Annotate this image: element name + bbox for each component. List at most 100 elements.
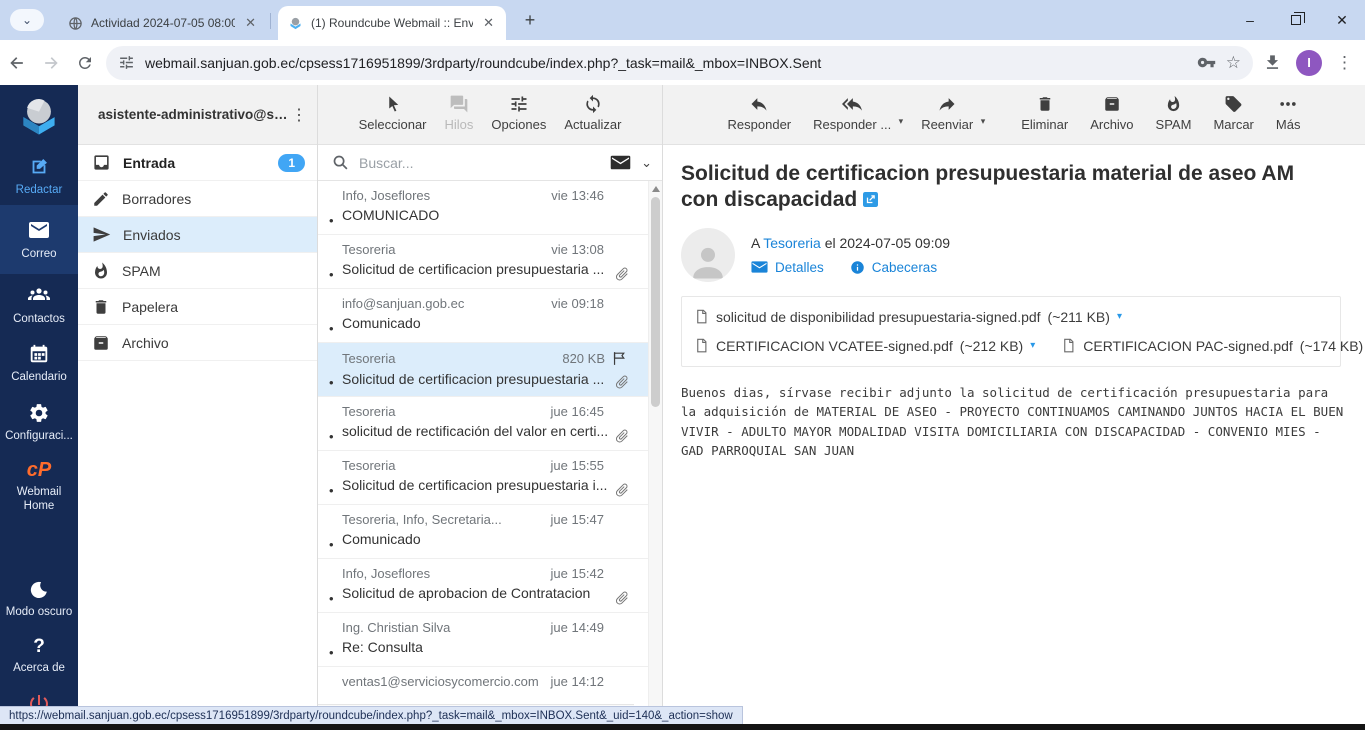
attachment-item[interactable]: CERTIFICACION VCATEE-signed.pdf (~212 KB… [694, 337, 1035, 354]
scroll-up-arrow[interactable] [652, 186, 660, 192]
nav-label: Correo [21, 247, 56, 261]
browser-tabstrip: ⌄ Actividad 2024-07-05 08:00:00 ✕ (1) Ro… [0, 0, 1365, 40]
message-row[interactable]: Tesoreriavie 13:08 • Solicitud de certif… [318, 235, 648, 289]
folder-label: Papelera [122, 299, 305, 315]
tab-divider [270, 13, 271, 29]
browser-menu-kebab-icon[interactable]: ⋮ [1336, 53, 1353, 73]
message-subject: Comunicado [342, 315, 624, 331]
restore-button[interactable] [1273, 0, 1319, 40]
minimize-button[interactable]: – [1227, 0, 1273, 40]
message-row[interactable]: Info, Josefloresvie 13:46 • COMUNICADO [318, 181, 648, 235]
message-header: A Tesoreria el 2024-07-05 09:09 Detalles [681, 228, 1345, 282]
reply-all-button[interactable]: Responder ... ▾ [811, 94, 893, 132]
message-subject: Solicitud de certificacion presupuestari… [342, 371, 624, 387]
select-button[interactable]: Seleccionar [357, 94, 429, 132]
search-input[interactable] [359, 155, 600, 171]
folder-item-archivo[interactable]: Archivo [78, 325, 317, 361]
folder-item-papelera[interactable]: Papelera [78, 289, 317, 325]
folder-item-spam[interactable]: SPAM [78, 253, 317, 289]
reply-button[interactable]: Responder [726, 94, 794, 132]
folder-label: SPAM [122, 263, 305, 279]
message-subject: Solicitud de certificacion presupuestari… [342, 261, 624, 277]
message-subject: COMUNICADO [342, 207, 624, 223]
site-settings-icon[interactable] [118, 54, 135, 71]
archive-button[interactable]: Archivo [1088, 94, 1135, 132]
nav-item-configuracion[interactable]: Configuraci... [0, 393, 78, 451]
refresh-button[interactable] [68, 46, 102, 80]
nav-item-modo-oscuro[interactable]: Modo oscuro [0, 571, 78, 627]
address-bar[interactable]: webmail.sanjuan.gob.ec/cpsess1716951899/… [106, 46, 1253, 80]
nav-item-correo[interactable]: Correo [0, 205, 78, 273]
browser-tab-activity[interactable]: Actividad 2024-07-05 08:00:00 ✕ [58, 6, 268, 40]
back-button[interactable] [0, 46, 34, 80]
close-window-button[interactable]: ✕ [1319, 0, 1365, 40]
browser-tab-roundcube-active[interactable]: (1) Roundcube Webmail :: Envia ✕ [278, 6, 506, 40]
contacts-icon [27, 283, 51, 307]
message-row[interactable]: Tesoreriajue 16:45 • solicitud de rectif… [318, 397, 648, 451]
tab-search-button[interactable]: ⌄ [10, 9, 44, 31]
chevron-down-icon: ⌄ [22, 13, 32, 27]
message-row[interactable]: Tesoreria, Info, Secretaria...jue 15:47 … [318, 505, 648, 559]
attachment-item[interactable]: CERTIFICACION PAC-signed.pdf (~174 KB) ▾ [1061, 337, 1365, 354]
caret-down-icon[interactable]: ▾ [981, 116, 986, 127]
password-key-icon[interactable] [1197, 53, 1216, 72]
pdf-file-icon [694, 308, 709, 325]
caret-down-icon[interactable]: ▾ [899, 116, 904, 127]
message-row-selected[interactable]: Tesoreria 820 KB • Solicitud de certific… [318, 343, 648, 397]
forward-button[interactable] [34, 46, 68, 80]
folder-label: Borradores [122, 191, 305, 207]
nav-item-webmail-home[interactable]: cP Webmail Home [0, 451, 78, 522]
message-toolbar: Responder Responder ... ▾ Reenviar ▾ Eli… [663, 85, 1365, 145]
folder-item-entrada[interactable]: Entrada 1 [78, 145, 317, 181]
folder-item-enviados[interactable]: Enviados [78, 217, 317, 253]
mark-button[interactable]: Marcar [1211, 94, 1255, 132]
question-icon: ? [33, 637, 45, 656]
folder-item-borradores[interactable]: Borradores [78, 181, 317, 217]
open-in-new-window-icon[interactable] [863, 192, 878, 207]
attachment-name: CERTIFICACION PAC-signed.pdf [1083, 338, 1293, 354]
search-options-chevron-icon[interactable]: ⌄ [641, 155, 652, 171]
attachment-menu-caret-icon[interactable]: ▾ [1030, 340, 1035, 351]
ellipsis-icon [1278, 94, 1298, 114]
sender-avatar [681, 228, 735, 282]
profile-avatar[interactable]: I [1296, 50, 1322, 76]
tag-icon [1224, 94, 1243, 114]
threads-button[interactable]: Hilos [443, 94, 476, 132]
message-view-panel: Responder Responder ... ▾ Reenviar ▾ Eli… [663, 85, 1365, 730]
attachment-menu-caret-icon[interactable]: ▾ [1117, 311, 1122, 322]
message-row[interactable]: Ing. Christian Silvajue 14:49 • Re: Cons… [318, 613, 648, 667]
nav-item-contactos[interactable]: Contactos [0, 274, 78, 334]
search-scope-mail-icon[interactable] [610, 154, 631, 171]
message-subject: solicitud de rectificación del valor en … [342, 423, 624, 439]
list-scrollbar[interactable] [648, 181, 662, 730]
reply-icon [748, 94, 770, 114]
message-from: Info, Joseflores [342, 188, 545, 203]
spam-button[interactable]: SPAM [1154, 94, 1194, 132]
tab-close-icon[interactable]: ✕ [243, 15, 258, 31]
message-subject: Solicitud de certificacion presupuestari… [342, 477, 624, 493]
nav-item-acerca-de[interactable]: ? Acerca de [0, 628, 78, 683]
nav-item-calendario[interactable]: Calendario [0, 334, 78, 392]
refresh-list-button[interactable]: Actualizar [562, 94, 623, 132]
new-tab-button[interactable]: + [518, 8, 542, 32]
folder-menu-kebab-icon[interactable]: ⋮ [291, 105, 307, 125]
message-row[interactable]: info@sanjuan.gob.ecvie 09:18 • Comunicad… [318, 289, 648, 343]
delete-button[interactable]: Eliminar [1019, 94, 1070, 132]
details-link[interactable]: Detalles [751, 260, 824, 275]
message-row[interactable]: Tesoreriajue 15:55 • Solicitud de certif… [318, 451, 648, 505]
nav-item-redactar[interactable]: Redactar [0, 147, 78, 205]
message-row[interactable]: Info, Josefloresjue 15:42 • Solicitud de… [318, 559, 648, 613]
tab-close-icon[interactable]: ✕ [481, 15, 496, 31]
bookmark-star-icon[interactable]: ☆ [1226, 53, 1241, 73]
options-button[interactable]: Opciones [489, 94, 548, 132]
trash-icon [92, 298, 110, 316]
downloads-icon[interactable] [1263, 53, 1282, 72]
url-text[interactable]: webmail.sanjuan.gob.ec/cpsess1716951899/… [145, 55, 1187, 71]
headers-link[interactable]: Cabeceras [850, 260, 937, 275]
more-button[interactable]: Más [1274, 94, 1303, 132]
scrollbar-thumb[interactable] [651, 197, 660, 407]
forward-button-mail[interactable]: Reenviar ▾ [919, 94, 975, 132]
nav-label: Acerca de [13, 661, 65, 675]
attachment-item[interactable]: solicitud de disponibilidad presupuestar… [694, 308, 1122, 325]
recipient-link[interactable]: Tesoreria [763, 235, 821, 251]
